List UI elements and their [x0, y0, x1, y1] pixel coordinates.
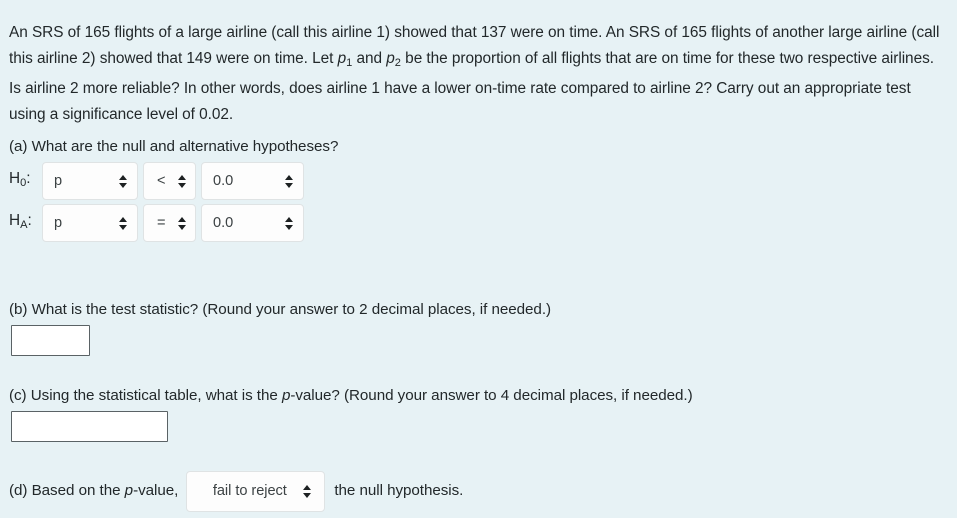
problem-text-segment-2: and: [352, 49, 387, 67]
alternative-hypothesis-label: HA:: [9, 213, 42, 232]
test-statistic-input[interactable]: [11, 325, 90, 356]
null-parameter-select[interactable]: p: [42, 162, 138, 200]
null-value-value: 0.0: [213, 172, 234, 189]
parameter-p1-symbol: p: [337, 49, 347, 67]
part-d-prefix: (d) Based on the p-value,: [9, 482, 186, 500]
alternative-hypothesis-label-colon: :: [27, 212, 32, 230]
null-hypothesis-label: H0:: [9, 171, 42, 190]
null-hypothesis-label-base: H: [9, 170, 21, 188]
null-value-select[interactable]: 0.0: [201, 162, 304, 200]
chevron-updown-icon: [285, 174, 294, 189]
alternative-hypothesis-label-base: H: [9, 212, 21, 230]
part-a-question: (a) What are the null and alternative hy…: [9, 138, 339, 155]
part-c-question-pre: (c) Using the statistical table, what is…: [9, 387, 282, 404]
part-c-question: (c) Using the statistical table, what is…: [9, 385, 693, 406]
alternative-parameter-value: p: [54, 214, 63, 231]
question-page: An SRS of 165 flights of a large airline…: [0, 0, 957, 518]
chevron-updown-icon: [119, 174, 128, 189]
alternative-operator-select[interactable]: =: [143, 204, 196, 242]
null-parameter-value: p: [54, 172, 63, 189]
part-d-row: (d) Based on the p-value, fail to reject…: [9, 470, 463, 512]
alternative-parameter-select[interactable]: p: [42, 204, 138, 242]
part-d-prefix-pre: (d) Based on the: [9, 482, 125, 499]
alternative-hypothesis-row: HA: p = 0.0: [9, 204, 309, 242]
alternative-hypothesis-label-subscript: A: [20, 219, 28, 232]
p-value-input[interactable]: [11, 411, 168, 442]
alternative-operator-value: =: [157, 214, 166, 231]
chevron-updown-icon: [178, 216, 187, 231]
chevron-updown-icon: [285, 216, 294, 231]
part-d-prefix-post: -value,: [133, 482, 179, 499]
null-operator-select[interactable]: <: [143, 162, 196, 200]
part-c-question-post: -value? (Round your answer to 4 decimal …: [290, 387, 693, 404]
chevron-updown-icon: [178, 174, 187, 189]
chevron-updown-icon: [119, 216, 128, 231]
decision-value: fail to reject: [212, 482, 287, 499]
alternative-value-select[interactable]: 0.0: [201, 204, 304, 242]
alternative-value-value: 0.0: [213, 214, 234, 231]
chevron-updown-icon: [303, 484, 312, 499]
part-b-question: (b) What is the test statistic? (Round y…: [9, 301, 552, 318]
part-d-suffix: the null hypothesis.: [334, 482, 464, 499]
problem-statement: An SRS of 165 flights of a large airline…: [9, 20, 945, 127]
part-d-p-symbol: p: [124, 482, 134, 499]
null-hypothesis-row: H0: p < 0.0: [9, 162, 309, 200]
parameter-p2-symbol: p: [386, 49, 395, 67]
null-operator-value: <: [157, 172, 166, 189]
decision-select[interactable]: fail to reject: [186, 470, 326, 512]
null-hypothesis-label-colon: :: [26, 170, 31, 188]
